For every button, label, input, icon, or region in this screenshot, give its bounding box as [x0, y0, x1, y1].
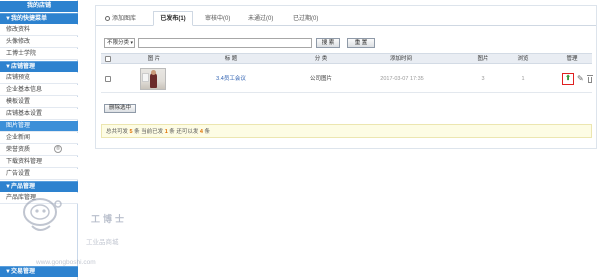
sidebar-section-products[interactable]: ▼产品管理 — [0, 181, 78, 192]
projector-screen — [142, 73, 149, 82]
sidebar-section-store[interactable]: ▼店铺管理 — [0, 61, 78, 72]
image-manager-panel: 添加图库 已发布(1) 审核中(0) 未通过(0) 已过期(0) 不限分类 ▾ … — [95, 5, 597, 149]
sidebar-item-honors-label: 荣誉资质 — [6, 147, 31, 153]
table-header: 图 片 标 题 分 类 添加时间 图片 浏览 管理 — [101, 53, 592, 64]
row-title-link[interactable]: 3.4员工会议 — [189, 65, 273, 93]
row-checkbox[interactable] — [105, 76, 111, 82]
col-title: 标 题 — [224, 56, 238, 62]
col-image: 图 片 — [147, 56, 161, 62]
main-content: 添加图库 已发布(1) 审核中(0) 未通过(0) 已过期(0) 不限分类 ▾ … — [95, 0, 597, 280]
person-head — [151, 70, 156, 75]
reset-button[interactable]: 重 置 — [347, 38, 375, 48]
table-row: 3.4员工会议 公司图片 2017-03-07 17:35 3 1 ⬆ ✎ — [101, 65, 594, 93]
summary-text-3: 条 还可以发 — [169, 129, 199, 135]
tab-reviewing[interactable]: 审核中(0) — [205, 12, 230, 26]
sidebar-item-template[interactable]: 模板设置 — [0, 97, 78, 108]
summary-text-1: 总共可发 — [106, 129, 129, 135]
sidebar-header: 我的店铺 — [0, 1, 78, 12]
delete-icon[interactable] — [586, 74, 594, 84]
sidebar-item-company-news[interactable]: 企业新闻 — [0, 133, 78, 144]
search-input[interactable] — [138, 38, 312, 48]
tab-published[interactable]: 已发布(1) — [153, 11, 193, 26]
edit-icon[interactable]: ✎ — [577, 74, 585, 84]
sidebar-item-store-settings[interactable]: 店铺基本设置 — [0, 109, 78, 120]
trash-lid — [587, 75, 593, 76]
quota-summary: 总共可发 5 条 当前已发 1 条 还可以发 4 条 — [101, 124, 592, 138]
delete-selected-button[interactable]: 删除选中 — [104, 104, 136, 113]
registered-badge: ® — [54, 145, 63, 153]
category-select-value: 不限分类 — [107, 40, 130, 46]
col-views: 浏览 — [517, 56, 529, 62]
trash-bin — [588, 77, 592, 83]
col-added-time: 添加时间 — [389, 56, 412, 62]
category-select[interactable]: 不限分类 ▾ — [104, 38, 135, 48]
sidebar-item-honors[interactable]: 荣誉资质 ® — [0, 145, 78, 156]
row-pictures: 3 — [481, 76, 485, 82]
tab-add-gallery[interactable]: 添加图库 — [105, 12, 136, 26]
row-category: 公司图片 — [309, 76, 332, 82]
sidebar-item-academy[interactable]: 工博士学院 — [0, 49, 78, 60]
summary-text-4: 条 — [204, 129, 210, 135]
summary-remaining: 4 — [199, 129, 203, 135]
tab-expired[interactable]: 已过期(0) — [293, 12, 318, 26]
chevron-down-icon: ▾ — [130, 40, 133, 46]
image-thumbnail[interactable] — [140, 68, 166, 90]
summary-current: 1 — [164, 129, 168, 135]
col-pictures: 图片 — [477, 56, 489, 62]
sidebar-item-edit-profile[interactable]: 修改资料 — [0, 25, 78, 36]
radio-icon — [105, 16, 110, 21]
tab-bar: 添加图库 已发布(1) 审核中(0) 未通过(0) 已过期(0) — [96, 11, 596, 26]
arrow-up-icon: ⬆ — [565, 75, 571, 82]
tab-rejected[interactable]: 未通过(0) — [248, 12, 273, 26]
sidebar-item-product-library[interactable]: 产品库管理 — [0, 193, 78, 204]
person-shape — [150, 73, 157, 88]
row-views: 1 — [521, 76, 525, 82]
publish-icon[interactable]: ⬆ — [562, 73, 574, 85]
sidebar-item-company-info[interactable]: 企业基本信息 — [0, 85, 78, 96]
tab-add-gallery-label: 添加图库 — [112, 16, 137, 22]
sidebar: 我的店铺 ▼我的快捷菜单 修改资料 头像修改 工博士学院 ▼店铺管理 店铺预览 … — [0, 0, 78, 280]
select-all-checkbox[interactable] — [105, 56, 111, 62]
sidebar-item-avatar[interactable]: 头像修改 — [0, 37, 78, 48]
sidebar-section-trade[interactable]: ▼交易管理 — [0, 266, 78, 277]
summary-text-2: 条 当前已发 — [134, 129, 164, 135]
col-manage: 管理 — [566, 56, 578, 62]
sidebar-item-store-preview[interactable]: 店铺预览 — [0, 73, 78, 84]
row-added-time: 2017-03-07 17:35 — [380, 76, 424, 82]
sidebar-item-downloads[interactable]: 下载资料管理 — [0, 157, 78, 168]
sidebar-item-ads[interactable]: 广告设置 — [0, 169, 78, 180]
sidebar-item-image-manager[interactable]: 图片管理 — [0, 121, 78, 132]
search-button[interactable]: 搜 索 — [316, 38, 340, 48]
summary-total: 5 — [129, 129, 133, 135]
sidebar-section-shortcuts[interactable]: ▼我的快捷菜单 — [0, 13, 78, 24]
col-category: 分 类 — [314, 56, 328, 62]
